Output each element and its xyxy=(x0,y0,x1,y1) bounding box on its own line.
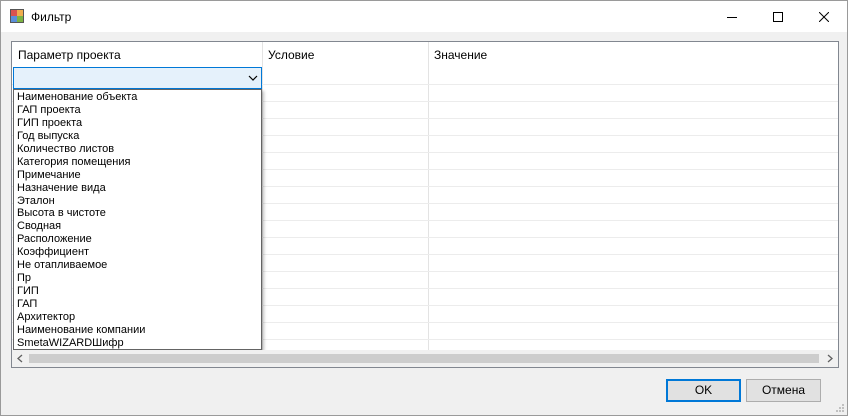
filter-grid[interactable]: Параметр проекта Условие Значение Наимен… xyxy=(11,41,839,368)
dropdown-item[interactable]: SmetaWIZARDШифр xyxy=(14,337,261,350)
app-icon xyxy=(10,9,24,23)
maximize-icon xyxy=(773,11,783,22)
window-title: Фильтр xyxy=(31,10,72,24)
close-icon xyxy=(819,11,829,22)
parameter-combobox[interactable] xyxy=(13,67,262,89)
close-button[interactable] xyxy=(801,1,847,32)
parameter-dropdown-list[interactable]: Наименование объекта ГАП проекта ГИП про… xyxy=(13,89,262,350)
dropdown-item[interactable]: ГАП xyxy=(14,298,261,311)
scrollbar-thumb[interactable] xyxy=(29,354,819,363)
scroll-left-icon[interactable] xyxy=(16,354,24,363)
minimize-icon xyxy=(727,16,737,18)
column-header-value[interactable]: Значение xyxy=(428,42,838,67)
dropdown-item[interactable]: Примечание xyxy=(14,169,261,182)
dropdown-item[interactable]: Пр xyxy=(14,272,261,285)
title-bar[interactable]: Фильтр xyxy=(1,1,847,32)
dropdown-item[interactable]: Не отапливаемое xyxy=(14,259,261,272)
dropdown-item[interactable]: Архитектор xyxy=(14,311,261,324)
column-divider xyxy=(262,42,263,350)
column-divider xyxy=(428,42,429,350)
dropdown-item[interactable]: Количество листов xyxy=(14,143,261,156)
maximize-button[interactable] xyxy=(755,1,801,32)
dropdown-item[interactable]: Коэффициент xyxy=(14,246,261,259)
dropdown-item[interactable]: Расположение xyxy=(14,233,261,246)
dropdown-item[interactable]: Категория помещения xyxy=(14,156,261,169)
dropdown-item[interactable]: ГАП проекта xyxy=(14,104,261,117)
dropdown-item[interactable]: ГИП xyxy=(14,285,261,298)
cancel-button[interactable]: Отмена xyxy=(746,379,821,402)
horizontal-scrollbar[interactable] xyxy=(12,350,838,367)
resize-grip-icon[interactable] xyxy=(835,403,845,413)
filter-dialog: Фильтр Параметр проекта Условие Значение xyxy=(0,0,848,416)
column-header-condition[interactable]: Условие xyxy=(262,42,428,67)
ok-button[interactable]: OK xyxy=(666,379,741,402)
scroll-right-icon[interactable] xyxy=(826,354,834,363)
dropdown-item[interactable]: Эталон xyxy=(14,195,261,208)
dropdown-item[interactable]: Высота в чистоте xyxy=(14,207,261,220)
dropdown-item[interactable]: Наименование компании xyxy=(14,324,261,337)
dropdown-item[interactable]: Наименование объекта xyxy=(14,91,261,104)
dropdown-item[interactable]: Назначение вида xyxy=(14,182,261,195)
chevron-down-icon[interactable] xyxy=(248,73,258,83)
column-header-parameter[interactable]: Параметр проекта xyxy=(12,42,262,67)
grid-header: Параметр проекта Условие Значение xyxy=(12,42,838,67)
minimize-button[interactable] xyxy=(709,1,755,32)
dropdown-item[interactable]: ГИП проекта xyxy=(14,117,261,130)
dropdown-item[interactable]: Сводная xyxy=(14,220,261,233)
dropdown-item[interactable]: Год выпуска xyxy=(14,130,261,143)
